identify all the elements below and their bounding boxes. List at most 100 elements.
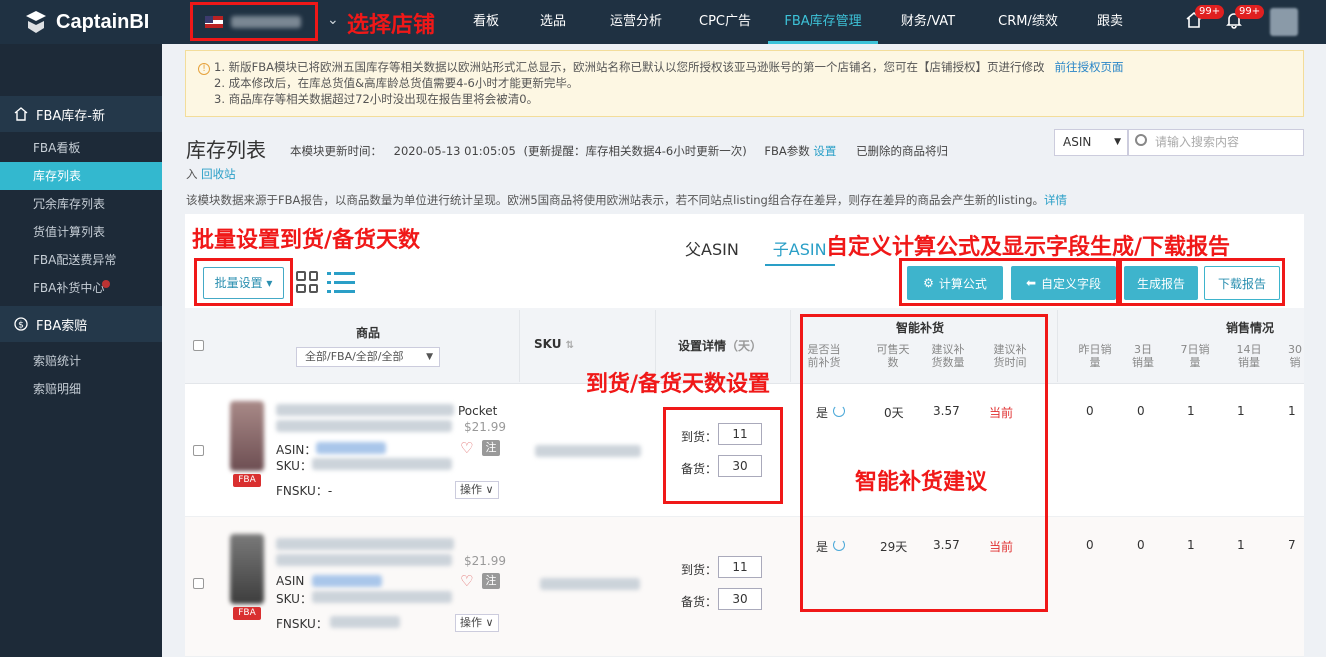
sidebar-item-replenish-center[interactable]: FBA补货中心 [0, 274, 162, 302]
recycle-bin-link[interactable]: 回收站 [201, 167, 236, 181]
sidebar-item-inventory-list[interactable]: 库存列表 [0, 162, 162, 190]
notice-banner: ! 1. 新版FBA模块已将欧洲五国库存等相关数据以欧洲站形式汇总显示，欧洲站名称… [185, 50, 1304, 117]
operation-dropdown[interactable]: 操作 ∨ [455, 614, 499, 632]
notice-line-2: 2. 成本修改后，在库总货值&高库龄总货值需要4-6小时才能更新完毕。 [214, 76, 579, 90]
nav-finance-vat[interactable]: 财务/VAT [878, 0, 978, 44]
col-setting-unit: （天） [726, 339, 763, 353]
col-sales-30d[interactable]: 30销 [1286, 343, 1304, 369]
search-input[interactable]: 请输入搜索内容 [1128, 129, 1304, 156]
asin-tabs: 父ASIN 子ASIN [677, 234, 835, 266]
batch-settings-button[interactable]: 批量设置 ▾ [203, 267, 284, 299]
col-is-replenish[interactable]: 是否当前补货 [806, 343, 842, 369]
col-sellable-days[interactable]: 可售天数 [875, 343, 911, 369]
annotation-custom: 自定义计算公式及显示字段生成/下载报告 [826, 235, 1231, 260]
col-suggest-time[interactable]: 建议补货时间 [990, 343, 1030, 369]
sidebar-group-fba-inventory[interactable]: FBA库存-新 [0, 96, 162, 132]
sales-3d: 0 [1137, 404, 1145, 418]
chevron-down-icon[interactable]: ⌄ [327, 12, 339, 28]
note-button[interactable]: 注 [482, 440, 500, 456]
download-report-button[interactable]: 下载报告 [1204, 266, 1280, 300]
col-sales-yesterday[interactable]: 昨日销量 [1078, 343, 1112, 369]
select-all-checkbox[interactable] [193, 340, 204, 351]
notice-line-1: 1. 新版FBA模块已将欧洲五国库存等相关数据以欧洲站形式汇总显示，欧洲站名称已… [214, 60, 1045, 74]
sidebar-group-fba-claim[interactable]: $ FBA索赔 [0, 306, 162, 342]
col-suggest-qty[interactable]: 建议补货数量 [928, 343, 968, 369]
row-checkbox[interactable] [193, 445, 204, 456]
generate-report-button[interactable]: 生成报告 [1124, 266, 1198, 300]
sellable-days: 0天 [884, 406, 904, 420]
grid-view-icon[interactable] [296, 271, 318, 293]
sku-value-redacted [312, 458, 452, 470]
search-type-select[interactable]: ASIN [1054, 129, 1128, 156]
main-nav: 看板 选品 运营分析 CPC广告 FBA库存管理 财务/VAT CRM/绩效 跟… [456, 0, 1142, 44]
sidebar-item-fba-dashboard[interactable]: FBA看板 [0, 134, 162, 162]
note-button[interactable]: 注 [482, 573, 500, 589]
list-view-icon[interactable] [327, 271, 355, 293]
sidebar-item-fee-exception[interactable]: FBA配送费异常 [0, 246, 162, 274]
auth-page-link[interactable]: 前往授权页面 [1055, 60, 1124, 74]
row-checkbox[interactable] [193, 578, 204, 589]
product-filter-select[interactable]: 全部/FBA/全部/全部 [296, 347, 440, 367]
fba-param-label: FBA参数 [764, 144, 810, 158]
product-title-redacted[interactable] [276, 538, 454, 550]
arrive-days-input[interactable]: 11 [718, 423, 762, 445]
tab-child-asin[interactable]: 子ASIN [764, 234, 835, 266]
product-thumbnail[interactable] [230, 401, 264, 471]
nav-dashboard[interactable]: 看板 [456, 0, 516, 44]
custom-fields-label: 自定义字段 [1041, 276, 1102, 291]
nav-icons: 99+ 99+ [1185, 0, 1265, 44]
avatar[interactable] [1270, 8, 1298, 36]
store-name-redacted [231, 16, 301, 28]
sales-yesterday: 0 [1086, 538, 1094, 552]
heart-icon[interactable]: ♡ [460, 439, 473, 457]
tab-parent-asin[interactable]: 父ASIN [677, 234, 747, 266]
nav-fba-inventory[interactable]: FBA库存管理 [768, 0, 878, 44]
formula-button[interactable]: ⚙ 计算公式 [907, 266, 1003, 300]
bell-notification[interactable]: 99+ [1225, 4, 1265, 34]
nav-cpc-ads[interactable]: CPC广告 [682, 0, 768, 44]
arrive-days-input[interactable]: 11 [718, 556, 762, 578]
sidebar-item-value-calculation[interactable]: 货值计算列表 [0, 218, 162, 246]
product-title-redacted[interactable] [276, 420, 452, 432]
col-sales-14d[interactable]: 14日销量 [1232, 343, 1266, 369]
heart-icon[interactable]: ♡ [460, 572, 473, 590]
product-thumbnail[interactable] [230, 534, 264, 604]
asin-value-redacted[interactable] [312, 575, 382, 587]
search-icon [1135, 134, 1147, 146]
update-time: 2020-05-13 01:05:05 [393, 144, 516, 158]
sidebar-item-claim-details[interactable]: 索赔明细 [0, 375, 162, 403]
stock-days-input[interactable]: 30 [718, 588, 762, 610]
col-sales-7d[interactable]: 7日销量 [1180, 343, 1210, 369]
stock-label: 备货： [681, 595, 718, 609]
store-selector[interactable] [195, 8, 313, 36]
power-icon[interactable] [833, 405, 845, 417]
nav-follow-sell[interactable]: 跟卖 [1078, 0, 1142, 44]
details-link[interactable]: 详情 [1044, 193, 1067, 207]
nav-crm[interactable]: CRM/绩效 [978, 0, 1078, 44]
power-icon[interactable] [833, 539, 845, 551]
sidebar-item-claim-stats[interactable]: 索赔统计 [0, 347, 162, 375]
col-sku[interactable]: SKU ⇅ [530, 337, 578, 351]
nav-product-selection[interactable]: 选品 [516, 0, 590, 44]
operation-dropdown[interactable]: 操作 ∨ [455, 481, 499, 499]
custom-fields-button[interactable]: ⬅ 自定义字段 [1011, 266, 1116, 300]
col-setting-details: 设置详情（天） [670, 337, 770, 354]
sidebar-item-redundant-inventory[interactable]: 冗余库存列表 [0, 190, 162, 218]
sidebar-group-label: FBA库存-新 [36, 108, 105, 124]
new-dot-icon [102, 280, 111, 288]
home-notification[interactable]: 99+ [1185, 4, 1225, 34]
asin-label: ASIN： [276, 443, 317, 457]
nav-operation-analysis[interactable]: 运营分析 [590, 0, 682, 44]
sales-30d: 7 [1288, 538, 1296, 552]
fba-param-settings-link[interactable]: 设置 [813, 144, 836, 158]
logo[interactable]: CaptainBI [22, 6, 149, 38]
suggest-qty: 3.57 [933, 538, 960, 552]
product-title-redacted[interactable] [276, 554, 452, 566]
notice-line-3: 3. 商品库存等相关数据超过72小时没出现在报告里将会被清0。 [214, 92, 539, 106]
asin-value-redacted[interactable] [316, 442, 386, 454]
col-sales-3d[interactable]: 3日销量 [1130, 343, 1156, 369]
update-meta: 本模块更新时间： 2020-05-13 01:05:05 (更新提醒：库存相关数… [290, 143, 948, 159]
product-title-redacted[interactable] [276, 404, 454, 416]
product-title-tail: Pocket [458, 404, 498, 418]
stock-days-input[interactable]: 30 [718, 455, 762, 477]
